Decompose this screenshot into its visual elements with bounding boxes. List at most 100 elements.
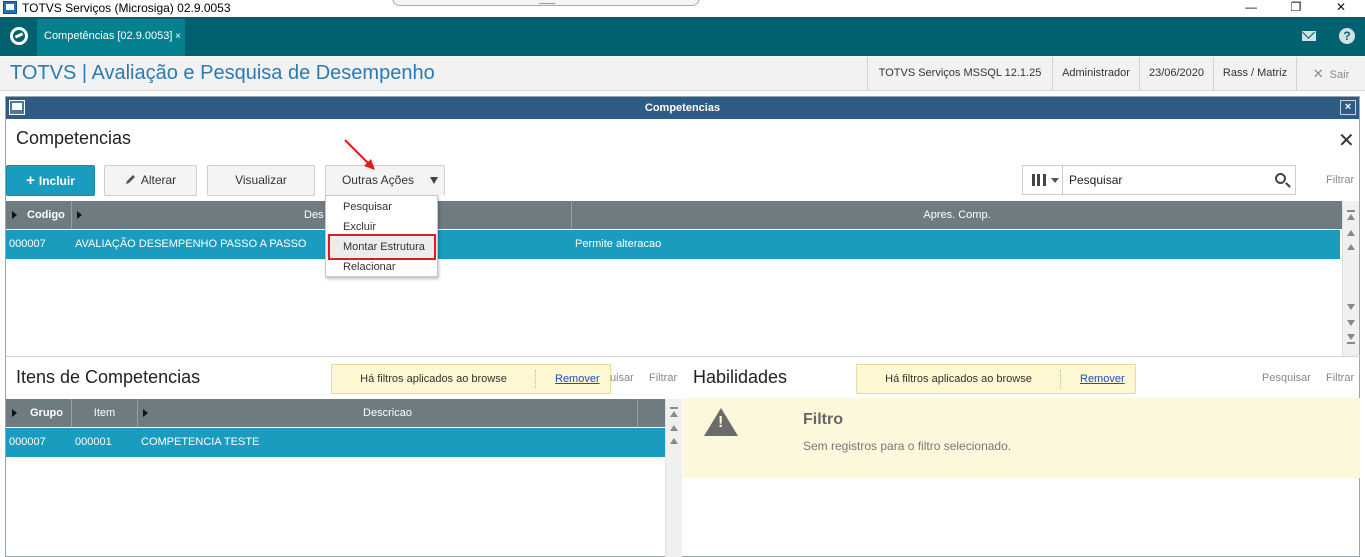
module-title: TOTVS | Avaliação e Pesquisa de Desempen… — [10, 62, 435, 84]
sort-arrow-icon — [77, 211, 82, 219]
scroll-down-icon[interactable] — [1347, 304, 1355, 310]
sort-arrow-icon — [143, 409, 148, 417]
itens-grid-header: Grupo Item Descricao — [6, 399, 665, 427]
visualizar-label: Visualizar — [235, 173, 287, 187]
pencil-icon — [125, 175, 135, 184]
column-apres-comp[interactable]: Apres. Comp. — [572, 201, 1342, 229]
column-descricao[interactable]: Des — [72, 201, 572, 229]
habilidades-filter-separator — [1060, 370, 1061, 388]
module-header: TOTVS | Avaliação e Pesquisa de Desempen… — [0, 57, 1365, 91]
window-drag-handle[interactable] — [392, 0, 700, 6]
incluir-button[interactable]: + Incluir — [6, 165, 95, 196]
habilidades-filter-link[interactable]: Filtrar — [1326, 372, 1354, 384]
column-descricao-label: Des — [304, 209, 324, 221]
scroll-up-icon[interactable] — [670, 438, 678, 444]
search-input[interactable]: Pesquisar — [1069, 166, 1122, 194]
empty-message: Sem registros para o filtro selecionado. — [803, 439, 1012, 453]
scroll-top-icon — [1347, 210, 1355, 212]
search-box: Pesquisar — [1022, 165, 1296, 195]
window-titlebar: TOTVS Serviços (Microsiga) 02.9.0053 — ❐… — [0, 0, 1365, 17]
exit-button[interactable]: ✕ Sair — [1296, 57, 1365, 90]
scroll-up-icon[interactable] — [670, 425, 678, 431]
plus-icon: + — [26, 172, 35, 189]
annotation-highlight-box — [328, 234, 436, 260]
itens-remove-link[interactable]: Remover — [555, 365, 600, 393]
chevron-down-icon — [1051, 178, 1059, 183]
environment-label: TOTVS Serviços MSSQL 12.1.25 — [867, 57, 1052, 90]
help-icon[interactable]: ? — [1339, 28, 1355, 44]
outras-acoes-label: Outras Ações — [341, 173, 415, 187]
user-label: Administrador — [1052, 57, 1139, 90]
column-item[interactable]: Item — [72, 399, 138, 427]
dialog-close-button[interactable]: × — [1340, 100, 1356, 115]
scroll-down-icon[interactable] — [1347, 334, 1355, 340]
habilidades-remove-link[interactable]: Remover — [1080, 365, 1125, 393]
visualizar-button[interactable]: Visualizar — [207, 165, 315, 196]
scroll-bottom-icon — [1347, 342, 1355, 344]
columns-selector-button[interactable] — [1023, 166, 1063, 194]
scroll-up-icon[interactable] — [670, 411, 678, 417]
table-row[interactable]: 000007 AVALIAÇÃO DESEMPENHO PASSO A PASS… — [6, 230, 1340, 259]
itens-filter-separator — [535, 370, 536, 388]
page-title: Competencias — [16, 128, 132, 148]
column-descricao-label: Descricao — [363, 407, 412, 419]
incluir-label: Incluir — [38, 174, 75, 188]
column-grupo[interactable]: Grupo — [6, 399, 72, 427]
habilidades-title: Habilidades — [693, 367, 788, 387]
cell-apres: Permite alteracao — [575, 238, 662, 250]
empty-title: Filtro — [803, 411, 843, 428]
sort-arrow-icon — [12, 211, 17, 219]
minimize-button[interactable]: — — [1236, 0, 1266, 16]
column-grupo-label: Grupo — [30, 407, 63, 419]
scroll-up-icon[interactable] — [1347, 244, 1355, 250]
competencias-grid-header: Codigo Des Apres. Comp. — [6, 201, 1342, 229]
itens-filter-link[interactable]: Filtrar — [649, 372, 677, 384]
app-icon — [3, 1, 17, 14]
section-divider — [6, 356, 1360, 357]
window-close-button[interactable]: ✕ — [1326, 0, 1356, 16]
scroll-up-icon[interactable] — [1347, 230, 1355, 236]
mail-button[interactable] — [1294, 17, 1324, 54]
date-label: 23/06/2020 — [1139, 57, 1213, 90]
habilidades-filter-message: Há filtros aplicados ao browse — [885, 373, 1032, 385]
branch-label[interactable]: Rass / Matriz — [1213, 57, 1296, 90]
filter-link[interactable]: Filtrar — [1326, 174, 1354, 186]
tab-label: Competências [02.9.0053] — [44, 30, 173, 42]
scroll-up-icon[interactable] — [1347, 214, 1355, 220]
dialog-window-icon — [9, 100, 25, 115]
restore-button[interactable]: ❐ — [1281, 0, 1311, 16]
chevron-down-icon — [430, 177, 438, 184]
habilidades-search-link[interactable]: Pesquisar — [1262, 372, 1311, 384]
column-item-label: Item — [93, 407, 116, 419]
alterar-button[interactable]: Alterar — [104, 165, 197, 196]
totvs-logo-icon[interactable] — [10, 27, 28, 45]
column-codigo[interactable]: Codigo — [6, 201, 72, 229]
tab-bar: Competências [02.9.0053] × ? — [0, 17, 1365, 56]
mail-icon — [1302, 31, 1316, 41]
itens-title: Itens de Competencias — [16, 367, 201, 387]
dialog-titlebar: Competencias × — [6, 97, 1359, 119]
sort-arrow-icon — [12, 409, 17, 417]
cell-item: 000001 — [75, 436, 112, 448]
scroll-top-icon — [670, 407, 678, 409]
search-icon[interactable] — [1275, 173, 1286, 184]
itens-scrollbar[interactable] — [665, 399, 682, 557]
table-row[interactable]: 000007 000001 COMPETENCIA TESTE — [6, 428, 665, 457]
column-descricao[interactable]: Descricao — [138, 399, 638, 427]
habilidades-filter-notice: Há filtros aplicados ao browse Remover — [856, 364, 1136, 394]
dialog-title: Competencias — [644, 102, 721, 114]
exit-label: Sair — [1329, 69, 1350, 81]
annotation-arrow-icon — [344, 139, 375, 170]
cell-descricao: AVALIAÇÃO DESEMPENHO PASSO A PASSO — [75, 238, 307, 250]
page-close-icon[interactable]: ✕ — [1338, 128, 1355, 153]
itens-search-link[interactable]: uisar — [610, 372, 634, 384]
menu-item-relacionar[interactable]: Relacionar — [326, 257, 437, 277]
tab-close-icon[interactable]: × — [175, 19, 181, 54]
itens-filter-notice: Há filtros aplicados ao browse Remover — [331, 364, 611, 394]
menu-item-pesquisar[interactable]: Pesquisar — [326, 197, 437, 217]
grid-scrollbar[interactable] — [1342, 201, 1359, 356]
scroll-down-icon[interactable] — [1347, 320, 1355, 326]
tab-competencias[interactable]: Competências [02.9.0053] × — [37, 19, 185, 56]
cell-codigo: 000007 — [9, 238, 46, 250]
cell-descricao: COMPETENCIA TESTE — [141, 436, 260, 448]
